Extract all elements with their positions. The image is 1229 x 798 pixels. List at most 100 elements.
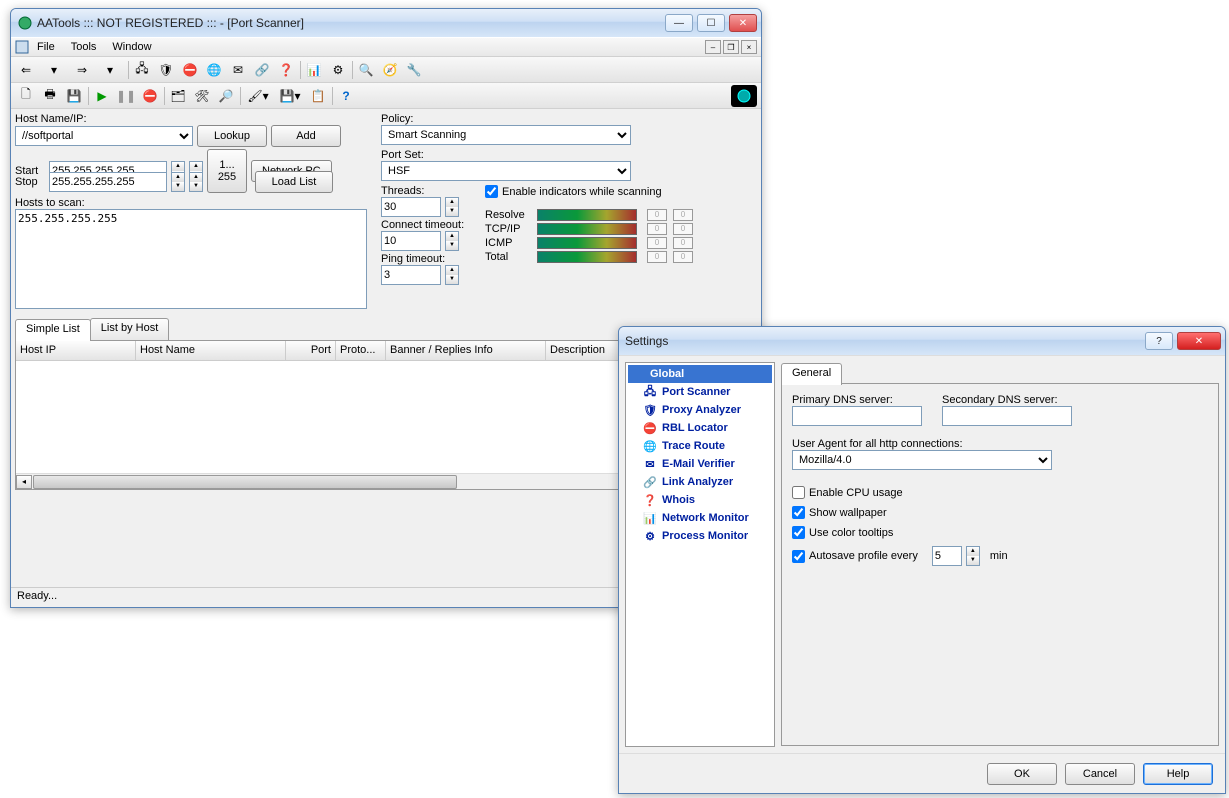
new-icon[interactable]: 🗋 xyxy=(15,85,37,107)
secondary-dns-input[interactable] xyxy=(942,406,1072,426)
primary-dns-input[interactable] xyxy=(792,406,922,426)
col-port[interactable]: Port xyxy=(286,341,336,360)
autosave-input[interactable] xyxy=(932,546,962,566)
back-dropdown-icon[interactable]: ▾ xyxy=(39,59,69,81)
mdi-restore-button[interactable]: ❐ xyxy=(723,40,739,54)
threads-spinner[interactable]: ▲▼ xyxy=(445,197,459,217)
menu-window[interactable]: Window xyxy=(104,39,159,55)
minimize-button[interactable]: — xyxy=(665,14,693,32)
ok-button[interactable]: OK xyxy=(987,763,1057,785)
threads-input[interactable] xyxy=(381,197,441,217)
scroll-left-icon[interactable]: ◂ xyxy=(16,475,32,489)
tool-whois-icon[interactable]: ❓ xyxy=(275,59,297,81)
resolve-count: 0 xyxy=(647,209,667,221)
tree-node-port-scanner[interactable]: 🖧Port Scanner xyxy=(628,383,772,401)
back-icon[interactable]: ⇐ xyxy=(15,59,37,81)
autosave-checkbox[interactable]: Autosave profile every xyxy=(792,550,918,563)
tree-node-link-analyzer[interactable]: 🔗Link Analyzer xyxy=(628,473,772,491)
save-icon[interactable]: 💾 xyxy=(63,85,85,107)
col-hostip[interactable]: Host IP xyxy=(16,341,136,360)
settings-close-button[interactable]: ✕ xyxy=(1177,332,1221,350)
hosts-textarea[interactable] xyxy=(15,209,367,309)
tool-email-icon[interactable]: ✉ xyxy=(227,59,249,81)
tool-netmon-icon[interactable]: 📊 xyxy=(303,59,325,81)
play-icon[interactable]: ▶ xyxy=(91,85,113,107)
useragent-combo[interactable]: Mozilla/4.0 xyxy=(792,450,1052,470)
resolve-count2: 0 xyxy=(673,209,693,221)
tab-simple-list[interactable]: Simple List xyxy=(15,319,91,341)
stop-ip-spinner[interactable]: ▲▼ xyxy=(171,172,185,192)
col-hostname[interactable]: Host Name xyxy=(136,341,286,360)
tree-node-global[interactable]: Global xyxy=(628,365,772,383)
help-button[interactable]: Help xyxy=(1143,763,1213,785)
menu-tools[interactable]: Tools xyxy=(63,39,105,55)
tree-node-e-mail-verifier[interactable]: ✉E-Mail Verifier xyxy=(628,455,772,473)
forward-icon[interactable]: ⇒ xyxy=(71,59,93,81)
tree-node-whois[interactable]: ❓Whois xyxy=(628,491,772,509)
mdi-close-button[interactable]: × xyxy=(741,40,757,54)
settings-titlebar[interactable]: Settings ? ✕ xyxy=(619,327,1225,355)
window-title: AATools ::: NOT REGISTERED ::: - [Port S… xyxy=(37,16,665,30)
tool-settings-icon[interactable]: 🔧 xyxy=(403,59,425,81)
lookup-button[interactable]: Lookup xyxy=(197,125,267,147)
tool-proxy-icon[interactable]: 🛡 xyxy=(155,59,177,81)
portset-combo[interactable]: HSF xyxy=(381,161,631,181)
tool-trace-icon[interactable]: 🌐 xyxy=(203,59,225,81)
tool-rbl-icon[interactable]: ⛔ xyxy=(179,59,201,81)
load-list-button[interactable]: Load List xyxy=(255,171,333,193)
print-icon[interactable]: 🖶 xyxy=(39,85,61,107)
enable-indicators-checkbox[interactable]: Enable indicators while scanning xyxy=(485,185,662,198)
stop-ip-spinner-2[interactable]: ▲▼ xyxy=(189,172,203,192)
tool-misc1-icon[interactable]: 🔍 xyxy=(355,59,377,81)
settings-tree[interactable]: Global🖧Port Scanner🛡Proxy Analyzer⛔RBL L… xyxy=(625,362,775,747)
tree-node-network-monitor[interactable]: 📊Network Monitor xyxy=(628,509,772,527)
host-combo[interactable]: //softportal xyxy=(15,126,193,146)
disk-dropdown-icon[interactable]: 💾▾ xyxy=(275,85,305,107)
stop-ip-input[interactable] xyxy=(49,172,167,192)
forward-dropdown-icon[interactable]: ▾ xyxy=(95,59,125,81)
tree-node-rbl-locator[interactable]: ⛔RBL Locator xyxy=(628,419,772,437)
close-button[interactable]: ✕ xyxy=(729,14,757,32)
copy-icon[interactable]: 📋 xyxy=(307,85,329,107)
settings-title: Settings xyxy=(625,334,1145,348)
titlebar[interactable]: AATools ::: NOT REGISTERED ::: - [Port S… xyxy=(11,9,761,37)
pause-icon[interactable]: ❚❚ xyxy=(115,85,137,107)
tree-node-process-monitor[interactable]: ⚙Process Monitor xyxy=(628,527,772,545)
add-button[interactable]: Add xyxy=(271,125,341,147)
options-icon[interactable]: 🛠 xyxy=(191,85,213,107)
ptimeout-spinner[interactable]: ▲▼ xyxy=(445,265,459,285)
brush-dropdown-icon[interactable]: 🖌▾ xyxy=(243,85,273,107)
stop-icon[interactable]: ⛔ xyxy=(139,85,161,107)
tool-port-scanner-icon[interactable]: 🖧 xyxy=(131,59,153,81)
wallpaper-checkbox[interactable]: Show wallpaper xyxy=(792,506,887,519)
autosave-spinner[interactable]: ▲▼ xyxy=(966,546,980,566)
scroll-thumb[interactable] xyxy=(33,475,457,489)
logo-icon xyxy=(731,85,757,107)
tree-node-icon: 🛡 xyxy=(642,402,658,418)
help-icon[interactable]: ? xyxy=(335,85,357,107)
tooltips-checkbox[interactable]: Use color tooltips xyxy=(792,526,893,539)
tree-node-trace-route[interactable]: 🌐Trace Route xyxy=(628,437,772,455)
find-icon[interactable]: 🔎 xyxy=(215,85,237,107)
policy-combo[interactable]: Smart Scanning xyxy=(381,125,631,145)
tree-node-proxy-analyzer[interactable]: 🛡Proxy Analyzer xyxy=(628,401,772,419)
tool-procmon-icon[interactable]: ⚙ xyxy=(327,59,349,81)
col-proto[interactable]: Proto... xyxy=(336,341,386,360)
menu-file[interactable]: File xyxy=(29,39,63,55)
ptimeout-input[interactable] xyxy=(381,265,441,285)
tree-icon[interactable]: 🗂 xyxy=(167,85,189,107)
ctimeout-spinner[interactable]: ▲▼ xyxy=(445,231,459,251)
settings-help-button[interactable]: ? xyxy=(1145,332,1173,350)
mdi-min-button[interactable]: – xyxy=(705,40,721,54)
tool-link-icon[interactable]: 🔗 xyxy=(251,59,273,81)
cpu-checkbox[interactable]: Enable CPU usage xyxy=(792,486,903,499)
settings-dialog: Settings ? ✕ Global🖧Port Scanner🛡Proxy A… xyxy=(618,326,1226,794)
range-button[interactable]: 1... 255 xyxy=(207,149,247,193)
maximize-button[interactable]: ☐ xyxy=(697,14,725,32)
col-banner[interactable]: Banner / Replies Info xyxy=(386,341,546,360)
ctimeout-input[interactable] xyxy=(381,231,441,251)
tool-misc2-icon[interactable]: 🧭 xyxy=(379,59,401,81)
tab-list-by-host[interactable]: List by Host xyxy=(90,318,169,340)
tab-general[interactable]: General xyxy=(781,363,842,385)
cancel-button[interactable]: Cancel xyxy=(1065,763,1135,785)
